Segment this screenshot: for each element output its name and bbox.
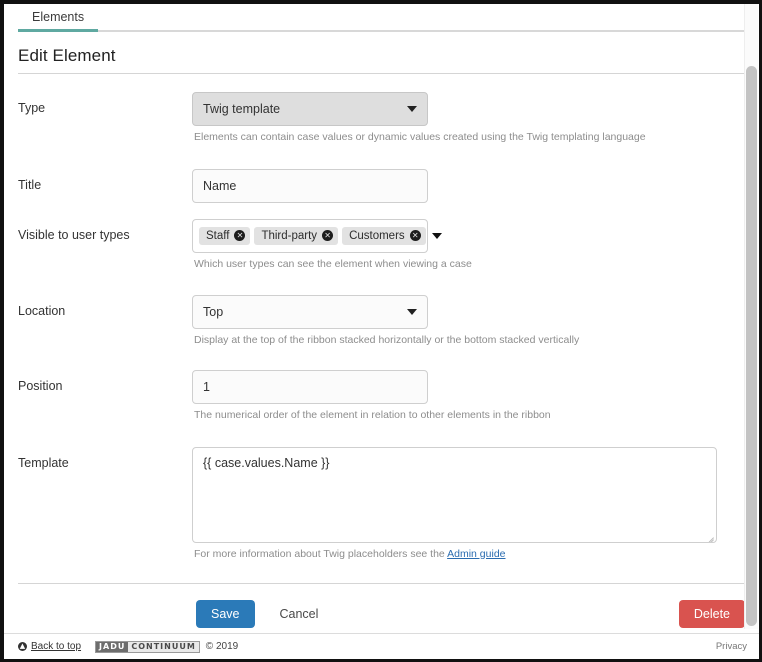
template-help-prefix: For more information about Twig placehol… [194, 547, 448, 560]
tab-elements-label: Elements [32, 10, 85, 24]
page-title: Edit Element [18, 46, 116, 65]
back-to-top-label: Back to top [31, 641, 82, 652]
position-input-value: 1 [203, 379, 210, 394]
location-select-value: Top [203, 305, 224, 320]
page-footer: ▲ Back to top JADU CONTINUUM © 2019 Priv… [4, 633, 759, 659]
logo-jadu-text: JADU [96, 641, 129, 652]
field-row-title: Title Name [18, 168, 745, 203]
save-button[interactable]: Save [196, 600, 255, 629]
arrow-up-icon: ▲ [18, 642, 27, 651]
back-to-top-link[interactable]: ▲ Back to top [18, 641, 81, 652]
tag-label: Third-party [261, 229, 318, 242]
resize-handle-icon[interactable] [704, 530, 714, 540]
delete-button[interactable]: Delete [678, 600, 745, 629]
cancel-button[interactable]: Cancel [265, 600, 334, 628]
tag-item[interactable]: Third-party ✕ [254, 226, 339, 245]
admin-guide-link[interactable]: Admin guide [447, 548, 505, 560]
position-label: Position [18, 378, 63, 393]
template-textarea-value: {{ case.values.Name }} [203, 455, 330, 470]
copyright-text: © 2019 [205, 641, 239, 652]
close-icon[interactable]: ✕ [322, 230, 334, 242]
type-label: Type [18, 101, 46, 115]
field-row-visible-to-user-types: Visible to user types Staff ✕ Third-part… [18, 218, 745, 272]
position-field: 1 The numerical order of the element in … [192, 369, 745, 423]
template-label: Template [18, 455, 69, 470]
location-field: Top Display at the top of the ribbon sta… [192, 295, 745, 348]
type-field: Twig template Elements can contain case … [192, 92, 745, 145]
title-input[interactable]: Name [192, 168, 428, 203]
field-row-location: Location Top Display at the top of the r… [18, 295, 745, 348]
position-input[interactable]: 1 [192, 369, 428, 404]
vertical-scrollbar-thumb[interactable] [746, 66, 757, 626]
chevron-down-icon [407, 106, 417, 112]
privacy-link[interactable]: Privacy [716, 641, 747, 652]
page-heading-wrap: Edit Element [18, 46, 745, 74]
chevron-down-icon [407, 309, 417, 316]
close-icon[interactable]: ✕ [409, 230, 421, 242]
close-icon[interactable]: ✕ [234, 230, 246, 242]
tag-label: Customers [349, 229, 405, 242]
title-field: Name [192, 168, 745, 203]
title-label: Title [18, 177, 42, 192]
template-help-text: For more information about Twig placehol… [194, 548, 745, 562]
page-content: Elements Edit Element Type Twig template… [4, 4, 759, 659]
location-help-text: Display at the top of the ribbon stacked… [194, 334, 580, 347]
visible-label: Visible to user types [18, 227, 130, 242]
tab-elements[interactable]: Elements [18, 5, 99, 32]
tag-label: Staff [206, 229, 230, 242]
type-select[interactable]: Twig template [192, 92, 428, 126]
form-actions: Save Cancel Delete [18, 583, 745, 629]
type-help-text: Elements can contain case values or dyna… [194, 131, 646, 143]
position-help-text: The numerical order of the element in re… [194, 408, 551, 421]
tag-item[interactable]: Customers ✕ [342, 226, 426, 245]
location-select[interactable]: Top [192, 295, 428, 330]
chevron-down-icon[interactable] [431, 232, 442, 239]
field-row-template: Template {{ case.values.Name }} For more… [18, 446, 745, 562]
visible-field: Staff ✕ Third-party ✕ Customers ✕ Which … [192, 218, 745, 272]
browser-window: Elements Edit Element Type Twig template… [0, 0, 762, 662]
type-select-value: Twig template [203, 102, 281, 116]
user-types-multiselect[interactable]: Staff ✕ Third-party ✕ Customers ✕ [192, 218, 442, 253]
field-row-position: Position 1 The numerical order of the el… [18, 369, 745, 423]
edit-element-form: Type Twig template Elements can contain … [18, 74, 745, 561]
jadu-continuum-logo: JADU CONTINUUM [95, 640, 200, 653]
template-field: {{ case.values.Name }} For more informat… [192, 446, 745, 562]
title-input-value: Name [203, 178, 237, 193]
field-row-type: Type Twig template Elements can contain … [18, 92, 745, 145]
logo-continuum-text: CONTINUUM [128, 641, 199, 652]
visible-help-text: Which user types can see the element whe… [194, 257, 472, 270]
tag-item[interactable]: Staff ✕ [199, 226, 251, 245]
tab-bar: Elements [18, 4, 745, 32]
location-label: Location [18, 304, 66, 319]
template-textarea[interactable]: {{ case.values.Name }} [192, 446, 717, 543]
